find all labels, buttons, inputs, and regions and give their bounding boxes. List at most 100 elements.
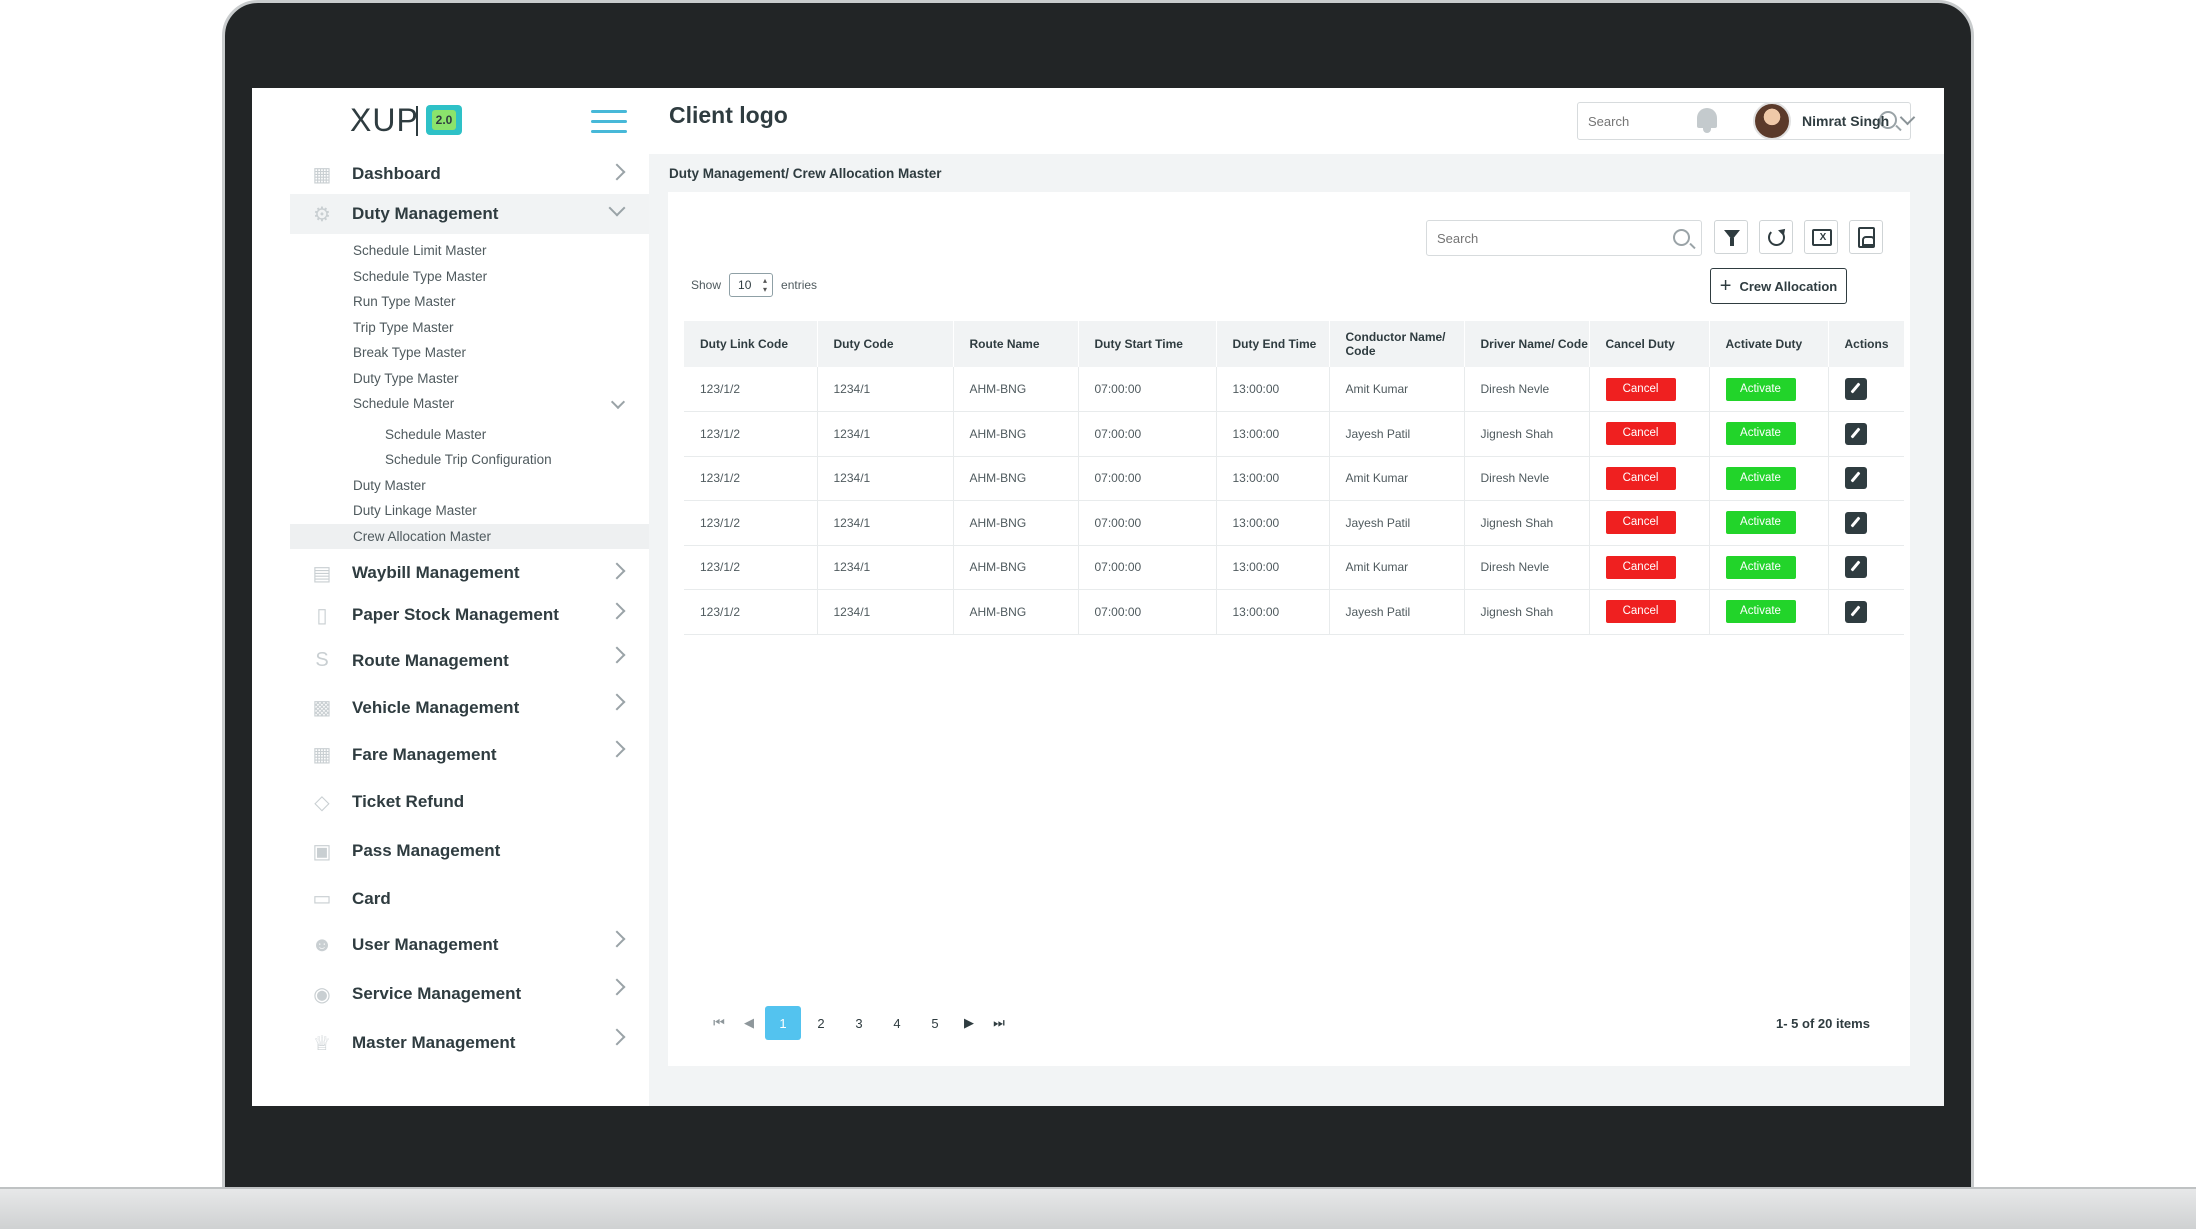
cell-conductor: Amit Kumar (1329, 367, 1465, 412)
edit-icon[interactable] (1844, 511, 1867, 534)
sidebar-item-fare-management[interactable]: ▦ Fare Management (290, 731, 649, 778)
page-4[interactable]: 4 (879, 1006, 915, 1040)
page-5[interactable]: 5 (917, 1006, 953, 1040)
refresh-button[interactable] (1759, 220, 1793, 254)
submenu-schedule-trip-configuration[interactable]: Schedule Trip Configuration (290, 447, 649, 473)
submenu-trip-type-master[interactable]: Trip Type Master (290, 315, 649, 341)
page-2[interactable]: 2 (803, 1006, 839, 1040)
cell-activate-duty: Activate (1709, 500, 1829, 546)
cell-actions (1828, 589, 1904, 635)
laptop-base (0, 1187, 2196, 1229)
pdf-icon (1858, 227, 1875, 248)
table-search-input[interactable] (1427, 221, 1657, 255)
cell-end-time: 13:00:00 (1216, 411, 1330, 457)
cell-conductor: Amit Kumar (1329, 456, 1465, 501)
cancel-duty-button[interactable]: Cancel (1605, 466, 1676, 490)
submenu-duty-linkage-master[interactable]: Duty Linkage Master (290, 498, 649, 524)
sidebar-item-label: Service Management (352, 984, 522, 1003)
submenu-duty-master[interactable]: Duty Master (290, 473, 649, 499)
sidebar-item-vehicle-management[interactable]: ▩ Vehicle Management (290, 684, 649, 731)
sidebar-item-pass-management[interactable]: ▣ Pass Management (290, 826, 649, 876)
col-duty-start-time[interactable]: Duty Start Time (1078, 321, 1217, 367)
search-icon[interactable] (1673, 229, 1690, 246)
sidebar-item-master-management[interactable]: ♕ Master Management (290, 1019, 649, 1067)
export-pdf-button[interactable] (1849, 220, 1883, 254)
sidebar-item-paper-stock-management[interactable]: ▯ Paper Stock Management (290, 593, 649, 637)
activate-duty-button[interactable]: Activate (1725, 377, 1796, 401)
sidebar-item-user-management[interactable]: ☻ User Management (290, 921, 649, 969)
submenu-schedule-master[interactable]: Schedule Master (290, 422, 649, 448)
cell-route-name: AHM-BNG (953, 456, 1079, 501)
submenu-schedule-master-group[interactable]: Schedule Master (290, 391, 649, 417)
user-name[interactable]: Nimrat Singh (1802, 113, 1889, 129)
export-excel-button[interactable]: X (1804, 220, 1838, 254)
sidebar-item-waybill-management[interactable]: ▤ Waybill Management (290, 553, 649, 593)
crew-allocation-button[interactable]: + Crew Allocation (1710, 268, 1847, 304)
edit-icon[interactable] (1844, 600, 1867, 623)
cell-route-name: AHM-BNG (953, 411, 1079, 457)
activate-duty-button[interactable]: Activate (1725, 466, 1796, 490)
sidebar-item-label: Card (352, 888, 391, 908)
card-icon: ▭ (312, 888, 332, 910)
vehicle-icon: ▩ (312, 697, 332, 719)
filter-button[interactable] (1714, 220, 1748, 254)
edit-icon[interactable] (1844, 422, 1867, 445)
cancel-duty-button[interactable]: Cancel (1605, 600, 1676, 624)
page-3[interactable]: 3 (841, 1006, 877, 1040)
col-cancel-duty[interactable]: Cancel Duty (1589, 321, 1710, 367)
sidebar-item-ticket-refund[interactable]: ◇ Ticket Refund (290, 778, 649, 826)
col-duty-end-time[interactable]: Duty End Time (1216, 321, 1330, 367)
brand-logo[interactable]: XUP 2.0 (252, 88, 649, 154)
last-page-icon[interactable]: ⏭ (984, 1006, 1014, 1040)
sidebar-item-route-management[interactable]: S Route Management (290, 637, 649, 684)
submenu-schedule-type-master[interactable]: Schedule Type Master (290, 264, 649, 290)
cell-duty-code: 1234/1 (817, 589, 954, 635)
cell-route-name: AHM-BNG (953, 367, 1079, 412)
filter-icon (1724, 230, 1740, 246)
cell-duty-link-code: 123/1/2 (684, 589, 818, 635)
activate-duty-button[interactable]: Activate (1725, 555, 1796, 579)
cancel-duty-button[interactable]: Cancel (1605, 422, 1676, 446)
table-body: 123/1/2 1234/1 AHM-BNG 07:00:00 13:00:00 Amit… (684, 367, 1904, 635)
col-duty-code[interactable]: Duty Code (817, 321, 954, 367)
notification-bell-icon[interactable] (1693, 106, 1721, 136)
cancel-duty-button[interactable]: Cancel (1605, 511, 1676, 535)
submenu-duty-type-master[interactable]: Duty Type Master (290, 366, 649, 392)
edit-icon[interactable] (1844, 467, 1867, 490)
crown-icon: ♕ (313, 1032, 331, 1055)
edit-icon[interactable] (1844, 556, 1867, 579)
cell-driver: Diresh Nevle (1464, 545, 1590, 590)
cancel-duty-button[interactable]: Cancel (1605, 555, 1676, 579)
cancel-duty-button[interactable]: Cancel (1605, 377, 1676, 401)
next-page-icon[interactable]: ▶ (954, 1006, 984, 1040)
prev-page-icon[interactable]: ◀ (734, 1006, 764, 1040)
entries-select[interactable]: 10 (729, 273, 774, 297)
col-driver[interactable]: Driver Name/ Code (1464, 321, 1590, 367)
avatar[interactable] (1753, 102, 1791, 140)
col-conductor[interactable]: Conductor Name/ Code (1329, 321, 1465, 367)
sidebar-item-service-management[interactable]: ◉ Service Management (290, 969, 649, 1019)
cell-activate-duty: Activate (1709, 367, 1829, 412)
chevron-right-icon (608, 163, 626, 181)
submenu-schedule-limit-master[interactable]: Schedule Limit Master (290, 238, 649, 264)
menu-toggle-icon[interactable] (591, 110, 627, 134)
submenu-break-type-master[interactable]: Break Type Master (290, 340, 649, 366)
col-duty-link-code[interactable]: Duty Link Code (684, 321, 818, 367)
client-logo: Client logo (669, 102, 788, 128)
page-1[interactable]: 1 (765, 1006, 801, 1040)
sidebar-item-duty-management[interactable]: ⚙ Duty Management (290, 194, 649, 234)
activate-duty-button[interactable]: Activate (1725, 511, 1796, 535)
sidebar-item-card[interactable]: ▭ Card (290, 876, 649, 921)
activate-duty-button[interactable]: Activate (1725, 600, 1796, 624)
submenu-crew-allocation-master[interactable]: Crew Allocation Master (290, 523, 649, 549)
sidebar-item-dashboard[interactable]: ▦ Dashboard (290, 154, 649, 194)
cell-duty-link-code: 123/1/2 (684, 500, 818, 546)
col-actions[interactable]: Actions (1828, 321, 1904, 367)
first-page-icon[interactable]: ⏮ (704, 1006, 734, 1040)
col-route-name[interactable]: Route Name (953, 321, 1079, 367)
duty-icon: ⚙ (313, 203, 331, 226)
edit-icon[interactable] (1844, 378, 1867, 400)
activate-duty-button[interactable]: Activate (1725, 422, 1796, 446)
col-activate-duty[interactable]: Activate Duty (1709, 321, 1829, 367)
submenu-run-type-master[interactable]: Run Type Master (290, 289, 649, 315)
